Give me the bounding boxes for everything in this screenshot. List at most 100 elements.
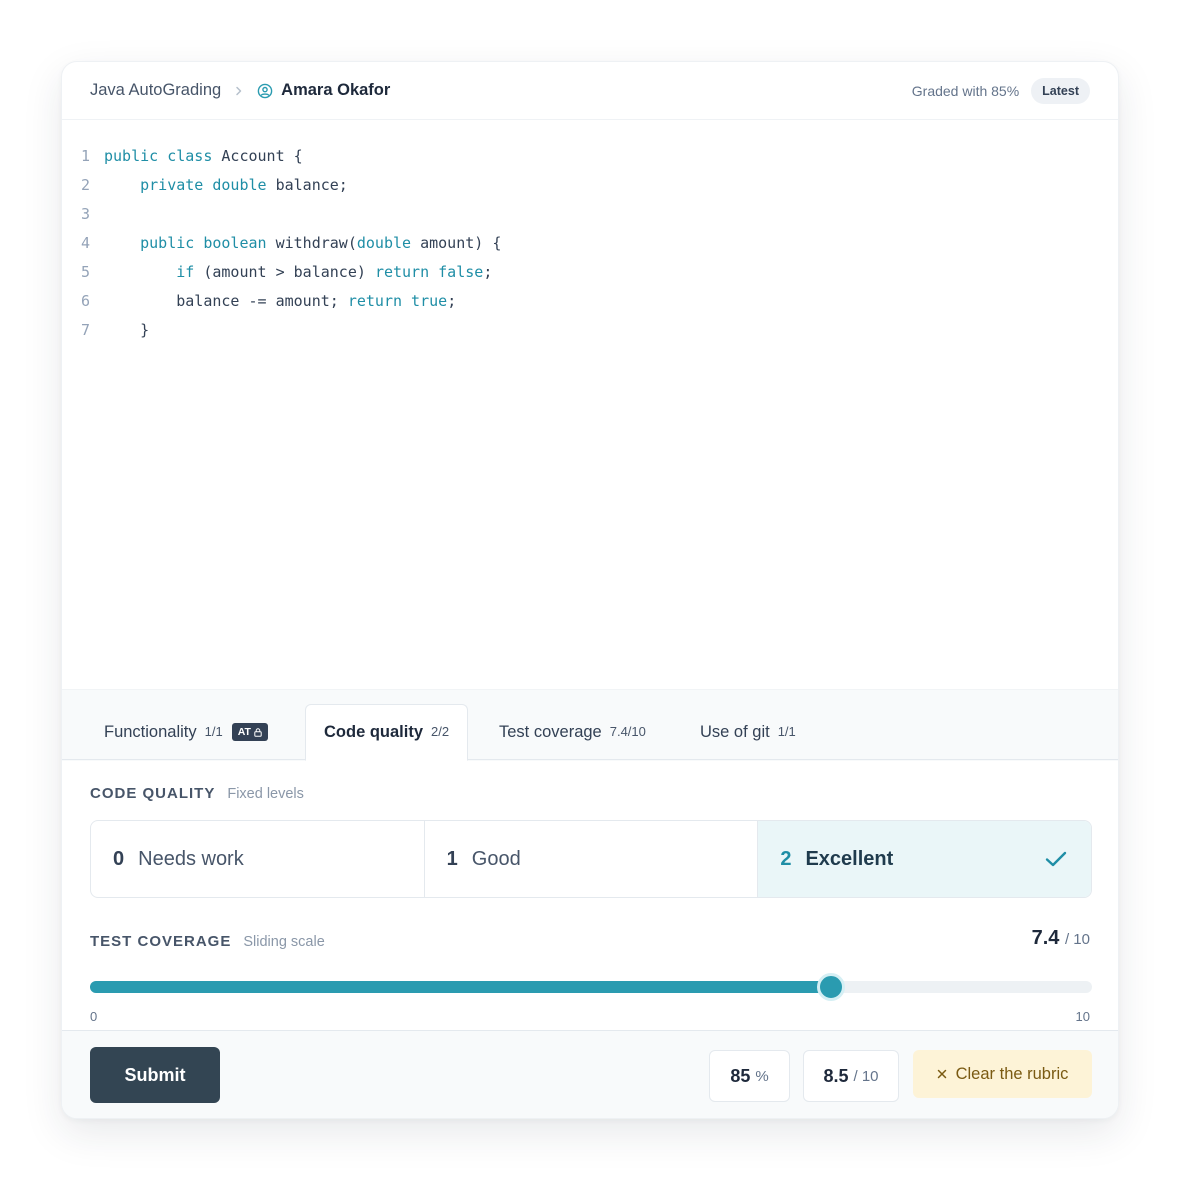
code-keyword: public boolean — [140, 233, 276, 252]
clear-rubric-label: Clear the rubric — [955, 1064, 1069, 1083]
code-token: Account { — [221, 146, 303, 165]
slider-thumb[interactable] — [817, 973, 846, 1001]
level-number: 2 — [780, 847, 792, 870]
code-line: 2 private double balance; — [62, 170, 1118, 199]
code-text: } — [104, 321, 149, 339]
code-token: amount) { — [420, 233, 502, 252]
tab-score: 1/1 — [777, 723, 796, 739]
percent-value: 85 — [730, 1065, 751, 1086]
code-token: withdraw( — [275, 233, 357, 252]
autotest-badge: AT — [231, 723, 268, 741]
tab-label: Test coverage — [499, 722, 602, 741]
coverage-slider[interactable] — [90, 973, 1092, 1001]
line-number: 1 — [80, 146, 90, 165]
code-token: balance -= amount; — [104, 291, 348, 310]
level-number: 0 — [113, 847, 125, 870]
code-token: balance; — [275, 175, 348, 194]
tab-label: Code quality — [324, 723, 424, 741]
user-circle-icon — [257, 83, 273, 99]
autotest-badge-label: AT — [237, 726, 251, 738]
line-number: 2 — [80, 175, 90, 194]
level-label: Needs work — [138, 847, 244, 870]
code-keyword: return false — [374, 262, 484, 281]
line-number: 7 — [80, 320, 90, 339]
code-quality-heading: CODE QUALITY Fixed levels — [90, 785, 304, 802]
header: Java AutoGrading Amara Okafor Graded wit… — [62, 62, 1118, 120]
line-number: 4 — [80, 233, 90, 252]
code-keyword: return true — [347, 291, 448, 310]
level-number: 1 — [446, 847, 458, 870]
tab-label: Use of git — [700, 722, 770, 741]
rubric-tabs: Functionality 1/1 AT Code quality 2/2 Te… — [62, 690, 1118, 761]
code-line: 1 public class Account { — [62, 141, 1118, 170]
code-keyword: if — [176, 262, 204, 281]
code-keyword: double — [356, 233, 421, 252]
code-line: 3 — [62, 199, 1118, 228]
footer: Submit 85 % 8.5 / 10 Clear the rubric — [62, 1030, 1118, 1118]
tab-code-quality[interactable]: Code quality 2/2 — [305, 704, 469, 761]
coverage-value: 7.4 / 10 — [1032, 927, 1090, 950]
percent-grade[interactable]: 85 % — [709, 1050, 790, 1102]
section-title: TEST COVERAGE — [90, 933, 232, 950]
clear-rubric-button[interactable]: Clear the rubric — [913, 1050, 1092, 1098]
code-token: ; — [447, 291, 457, 310]
submit-button[interactable]: Submit — [90, 1047, 220, 1103]
tab-use-of-git[interactable]: Use of git 1/1 — [700, 704, 796, 760]
code-viewer: 1 public class Account { 2 private double … — [62, 121, 1118, 689]
grading-card: Java AutoGrading Amara Okafor Graded wit… — [61, 61, 1119, 1119]
percent-unit: % — [755, 1067, 769, 1085]
check-icon — [1045, 850, 1067, 868]
code-line: 4 public boolean withdraw(double amount)… — [62, 228, 1118, 257]
code-keyword: public class — [104, 146, 222, 165]
rubric-body: CODE QUALITY Fixed levels 0 Needs work 1… — [62, 761, 1118, 1030]
tab-label: Functionality — [104, 722, 197, 741]
level-option-excellent[interactable]: 2 Excellent — [758, 821, 1091, 897]
code-text: balance -= amount; return true; — [104, 292, 456, 310]
grade-status: Graded with 85% Latest — [911, 77, 1090, 104]
line-number: 3 — [80, 204, 90, 223]
chevron-right-icon — [235, 86, 243, 96]
slider-min-label: 0 — [90, 1009, 98, 1024]
tab-functionality[interactable]: Functionality 1/1 AT — [104, 704, 268, 760]
level-option-good[interactable]: 1 Good — [425, 821, 759, 897]
section-subtitle: Sliding scale — [243, 934, 325, 950]
code-text: private double balance; — [104, 176, 348, 194]
points-unit: / 10 — [853, 1067, 879, 1085]
lock-icon — [254, 727, 262, 737]
breadcrumb-student[interactable]: Amara Okafor — [281, 81, 390, 100]
line-number: 6 — [80, 291, 90, 310]
tab-score: 2/2 — [431, 724, 450, 739]
tab-score: 7.4/10 — [609, 723, 646, 739]
line-number: 5 — [80, 262, 90, 281]
coverage-max: / 10 — [1064, 931, 1090, 948]
close-icon — [937, 1069, 946, 1079]
code-text: if (amount > balance) return false; — [104, 263, 492, 281]
level-selector: 0 Needs work 1 Good 2 Excellent — [90, 820, 1092, 898]
coverage-score: 7.4 — [1031, 927, 1060, 949]
tab-test-coverage[interactable]: Test coverage 7.4/10 — [499, 704, 646, 760]
code-line: 7 } — [62, 315, 1118, 344]
slider-fill — [90, 981, 832, 993]
section-title: CODE QUALITY — [90, 785, 216, 802]
test-coverage-heading: TEST COVERAGE Sliding scale — [90, 933, 325, 950]
level-label: Good — [471, 847, 521, 870]
points-grade[interactable]: 8.5 / 10 — [803, 1050, 899, 1102]
latest-badge: Latest — [1031, 77, 1090, 104]
breadcrumb-course[interactable]: Java AutoGrading — [90, 81, 221, 100]
level-label: Excellent — [805, 847, 894, 870]
code-text: public boolean withdraw(double amount) { — [104, 234, 501, 252]
graded-text: Graded with 85% — [911, 82, 1020, 99]
section-subtitle: Fixed levels — [227, 786, 304, 802]
code-token: ; — [483, 262, 493, 281]
level-option-needs-work[interactable]: 0 Needs work — [91, 821, 425, 897]
code-text: public class Account { — [104, 147, 303, 165]
rubric-panel: Functionality 1/1 AT Code quality 2/2 Te… — [62, 689, 1118, 1118]
code-line: 6 balance -= amount; return true; — [62, 286, 1118, 315]
tab-score: 1/1 — [204, 723, 223, 739]
code-token: (amount > balance) — [203, 262, 375, 281]
points-value: 8.5 — [823, 1065, 849, 1086]
code-keyword: private double — [140, 175, 276, 194]
code-token: } — [104, 320, 150, 339]
